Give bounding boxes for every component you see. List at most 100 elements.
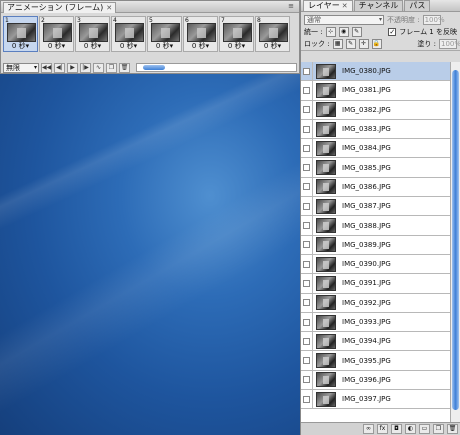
visibility-toggle[interactable] — [301, 390, 313, 409]
frame-scrollbar[interactable] — [136, 63, 297, 72]
lock-all-icon[interactable]: 🔒 — [371, 39, 382, 49]
unify-visibility-icon[interactable]: ◉ — [338, 27, 349, 37]
play-button[interactable]: ▶ — [67, 62, 78, 73]
layer-row[interactable]: IMG_0385.JPG — [301, 158, 451, 178]
lock-transparent-icon[interactable]: ▦ — [332, 39, 343, 49]
visibility-toggle[interactable] — [301, 139, 313, 158]
tween-button[interactable]: ∿ — [93, 62, 104, 73]
lock-position-icon[interactable]: ✛ — [358, 39, 369, 49]
visibility-toggle[interactable] — [301, 119, 313, 139]
layer-row[interactable]: IMG_0387.JPG — [301, 197, 451, 217]
visibility-toggle[interactable] — [301, 351, 313, 370]
animation-frame[interactable]: 50 秒▾ — [147, 16, 182, 52]
visibility-checkbox-icon — [303, 125, 310, 133]
visibility-toggle[interactable] — [301, 197, 313, 216]
tab-animation[interactable]: アニメーション (フレーム) ✕ — [3, 2, 117, 13]
visibility-toggle[interactable] — [301, 274, 313, 293]
visibility-checkbox-icon — [303, 144, 310, 152]
layer-row[interactable]: IMG_0391.JPG — [301, 274, 451, 294]
layer-row[interactable]: IMG_0393.JPG — [301, 312, 451, 333]
layer-row[interactable]: IMG_0397.JPG — [301, 390, 451, 410]
lock-label: ロック : — [304, 40, 330, 48]
layer-row[interactable]: IMG_0392.JPG — [301, 293, 451, 313]
frame-delay[interactable]: 0 秒▾ — [4, 42, 37, 50]
animation-frame[interactable]: 30 秒▾ — [75, 16, 110, 52]
visibility-toggle[interactable] — [301, 62, 313, 81]
visibility-toggle[interactable] — [301, 158, 313, 177]
unify-position-icon[interactable]: ⊹ — [325, 27, 336, 37]
layer-scrollbar[interactable] — [450, 62, 460, 422]
visibility-toggle[interactable] — [301, 370, 313, 390]
visibility-toggle[interactable] — [301, 332, 313, 351]
frame-delay[interactable]: 0 秒▾ — [76, 42, 109, 50]
scrollbar-thumb[interactable] — [143, 65, 165, 70]
loop-select[interactable]: 無限 ▾ — [3, 62, 39, 73]
layer-name: IMG_0385.JPG — [342, 163, 391, 172]
fill-field[interactable]: 100% — [439, 39, 460, 49]
mask-icon[interactable]: ◘ — [391, 424, 402, 434]
delete-frame-button[interactable]: 🗑 — [119, 62, 130, 73]
frame-thumbnail — [79, 23, 108, 42]
fill-label: 塗り : — [417, 40, 436, 48]
layer-row[interactable]: IMG_0386.JPG — [301, 177, 451, 198]
animation-frame[interactable]: 40 秒▾ — [111, 16, 146, 52]
adjustment-icon[interactable]: ◐ — [405, 424, 416, 434]
layer-row[interactable]: IMG_0390.JPG — [301, 254, 451, 275]
first-frame-button[interactable]: ◀◀ — [41, 62, 52, 73]
animation-frame[interactable]: 20 秒▾ — [39, 16, 74, 52]
animation-frame[interactable]: 60 秒▾ — [183, 16, 218, 52]
layer-row[interactable]: IMG_0384.JPG — [301, 139, 451, 159]
fx-icon[interactable]: fx — [377, 424, 388, 434]
duplicate-frame-button[interactable]: ❐ — [106, 62, 117, 73]
new-layer-icon[interactable]: ❐ — [433, 424, 444, 434]
folder-icon[interactable]: ▭ — [419, 424, 430, 434]
lock-image-icon[interactable]: ✎ — [345, 39, 356, 49]
propagate-checkbox[interactable]: ✓ — [388, 28, 397, 36]
visibility-toggle[interactable] — [301, 312, 313, 332]
layer-row[interactable]: IMG_0394.JPG — [301, 332, 451, 352]
link-icon[interactable]: ∞ — [363, 424, 374, 434]
visibility-toggle[interactable] — [301, 100, 313, 119]
tab-paths[interactable]: パス — [404, 0, 431, 11]
tab-layers[interactable]: レイヤー ✕ — [303, 0, 353, 11]
tab-channels[interactable]: チャンネル — [353, 0, 404, 11]
animation-frame[interactable]: 10 秒▾ — [3, 16, 38, 52]
close-icon[interactable]: ✕ — [106, 3, 112, 13]
layer-row[interactable]: IMG_0389.JPG — [301, 235, 451, 255]
layer-row[interactable]: IMG_0388.JPG — [301, 216, 451, 236]
layer-row[interactable]: IMG_0396.JPG — [301, 370, 451, 391]
frame-delay[interactable]: 0 秒▾ — [184, 42, 217, 50]
unify-style-icon[interactable]: ✎ — [351, 27, 362, 37]
prev-frame-button[interactable]: ◀| — [54, 62, 65, 73]
scrollbar-thumb[interactable] — [452, 70, 459, 410]
layer-row[interactable]: IMG_0395.JPG — [301, 351, 451, 371]
tab-channels-label: チャンネル — [358, 1, 399, 10]
animation-frame[interactable]: 70 秒▾ — [219, 16, 254, 52]
layer-row[interactable]: IMG_0381.JPG — [301, 81, 451, 101]
visibility-toggle[interactable] — [301, 235, 313, 254]
frame-delay[interactable]: 0 秒▾ — [112, 42, 145, 50]
visibility-toggle[interactable] — [301, 177, 313, 197]
visibility-toggle[interactable] — [301, 293, 313, 312]
visibility-toggle[interactable] — [301, 254, 313, 274]
layer-name: IMG_0383.JPG — [342, 125, 391, 134]
frame-delay[interactable]: 0 秒▾ — [40, 42, 73, 50]
frame-delay[interactable]: 0 秒▾ — [148, 42, 181, 50]
layers-panel: レイヤー ✕ チャンネル パス 通常 ▾ 不透明度 : 100% 統一 : ⊹ … — [300, 0, 460, 435]
layer-thumbnail — [316, 140, 336, 156]
layer-row[interactable]: IMG_0383.JPG — [301, 119, 451, 140]
layer-row[interactable]: IMG_0380.JPG — [301, 62, 451, 82]
panel-menu-icon[interactable]: ≡ — [286, 2, 296, 11]
visibility-toggle[interactable] — [301, 81, 313, 100]
blend-mode-select[interactable]: 通常 ▾ — [304, 15, 384, 25]
layer-name: IMG_0390.JPG — [342, 260, 391, 269]
visibility-toggle[interactable] — [301, 216, 313, 235]
frame-delay[interactable]: 0 秒▾ — [256, 42, 289, 50]
opacity-field[interactable]: 100% — [422, 15, 445, 25]
layer-row[interactable]: IMG_0382.JPG — [301, 100, 451, 120]
next-frame-button[interactable]: |▶ — [80, 62, 91, 73]
frame-delay[interactable]: 0 秒▾ — [220, 42, 253, 50]
animation-frame[interactable]: 80 秒▾ — [255, 16, 290, 52]
close-icon[interactable]: ✕ — [342, 1, 348, 11]
trash-icon[interactable]: 🗑 — [447, 424, 458, 434]
